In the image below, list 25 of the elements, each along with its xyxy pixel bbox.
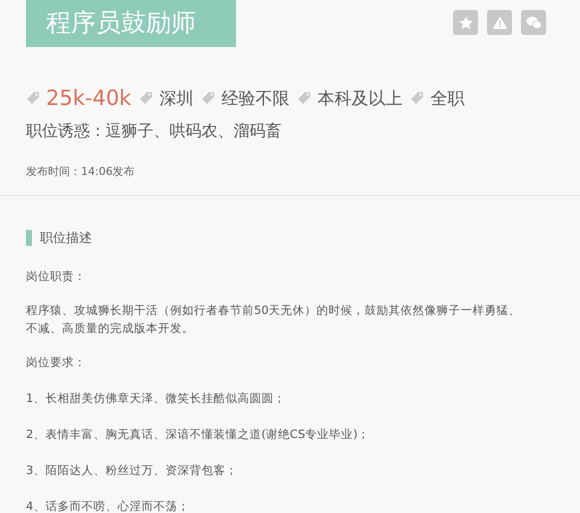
subheading: 岗位要求：	[26, 354, 87, 371]
publish-time: 发布时间：14:06发布	[26, 164, 136, 179]
requirement-item: 3、陌陌达人、粉丝过万、资深背包客；	[26, 462, 238, 479]
requirement-item: 4、话多而不唠、心淫而不荡；	[26, 498, 190, 513]
requirement-item: 2、表情丰富、胸无真话、深谙不懂装懂之道(谢绝CS专业毕业)；	[26, 426, 371, 443]
tag-icon	[297, 91, 312, 105]
tag-icon	[139, 91, 154, 105]
chat-bubbles-icon[interactable]	[521, 10, 546, 35]
tag-icon	[26, 91, 40, 105]
paragraph-line: 程序猿、攻城狮长期干活（例如行者春节前50天无休）的时候，鼓励其依然像狮子一样勇猛、	[26, 302, 522, 319]
tag-text: 本科及以上	[317, 88, 402, 110]
paragraph-line: 不减、高质量的完成版本开发。	[26, 320, 195, 337]
perks-text: 职位诱惑 : 逗狮子、哄码农、溜码畜	[26, 121, 283, 142]
section-title: 职位描述	[40, 230, 92, 247]
tag-icon	[410, 91, 424, 105]
section-marker	[26, 230, 32, 246]
subheading: 岗位职责：	[26, 268, 87, 285]
salary-text: 25k-40k	[46, 86, 132, 110]
tag-text: 深圳	[159, 88, 194, 110]
tag-text: 经验不限	[221, 88, 290, 110]
warning-icon[interactable]	[487, 10, 512, 35]
tag-icon	[201, 91, 216, 105]
requirement-item: 1、长相甜美仿佛章天泽、微笑长挂酷似高圆圆；	[26, 390, 286, 407]
job-title-banner: 程序员鼓励师	[26, 0, 236, 47]
tag-text: 全职	[430, 88, 464, 110]
